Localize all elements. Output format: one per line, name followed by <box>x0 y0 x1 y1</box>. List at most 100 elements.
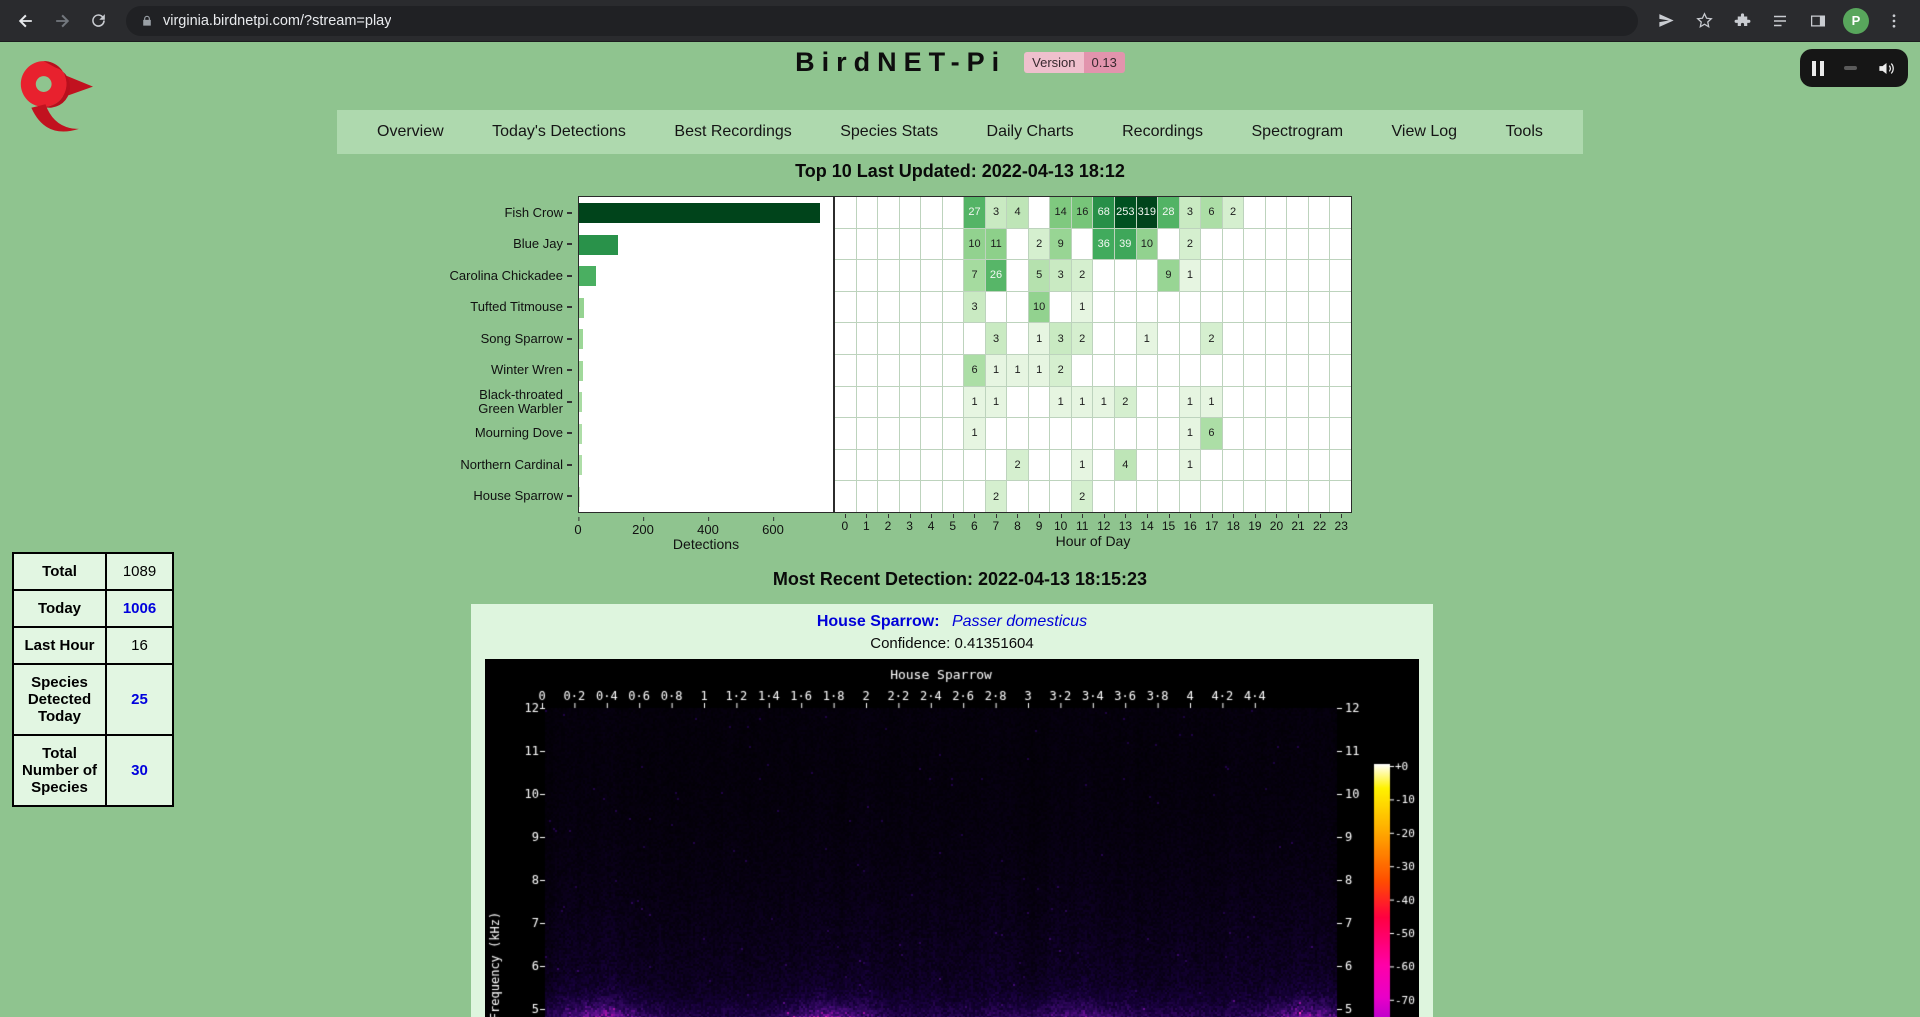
heatmap-cell <box>1287 292 1308 323</box>
heatmap-cell <box>835 260 856 291</box>
nav-item-recordings[interactable]: Recordings <box>1122 123 1203 141</box>
heatmap-cell: 11 <box>986 229 1007 260</box>
heatmap-cell: 2 <box>1072 323 1093 354</box>
species-tick <box>567 432 572 434</box>
heatmap-cell <box>921 418 942 449</box>
spectrogram-image <box>485 659 1419 1017</box>
species-label-row: Fish Crow <box>440 197 572 229</box>
species-label: Tufted Titmouse <box>470 300 563 314</box>
heatmap-cell <box>1266 260 1287 291</box>
nav-item-overview[interactable]: Overview <box>377 123 444 141</box>
heatmap-cell: 3 <box>1050 323 1071 354</box>
heatmap-cell <box>921 229 942 260</box>
heatmap-cell: 1 <box>1072 292 1093 323</box>
heatmap-cell <box>857 481 878 512</box>
list-icon <box>1771 12 1789 30</box>
species-tick <box>567 212 572 214</box>
nav-item-spectrogram[interactable]: Spectrogram <box>1252 123 1344 141</box>
heatmap-cell: 10 <box>1137 229 1158 260</box>
reload-button[interactable] <box>82 5 114 37</box>
heatmap-cell: 2 <box>1050 355 1071 386</box>
heatmap-cell: 1 <box>1093 387 1114 418</box>
heatmap-cell: 1 <box>1201 387 1222 418</box>
heatmap-cell: 28 <box>1158 197 1179 228</box>
heatmap-cell <box>857 450 878 481</box>
heatmap-cell <box>921 387 942 418</box>
heatmap-cell <box>943 292 964 323</box>
stat-value[interactable]: 25 <box>106 664 173 735</box>
stat-value: 16 <box>106 627 173 664</box>
side-panel-button[interactable] <box>1802 5 1834 37</box>
heatmap-cell <box>1093 355 1114 386</box>
detections-bar <box>579 487 580 507</box>
species-label-row: Tufted Titmouse <box>440 292 572 324</box>
detections-bar <box>579 329 583 349</box>
profile-button[interactable]: P <box>1840 5 1872 37</box>
hour-axis-tick-label: 5 <box>942 514 964 533</box>
page-header: BirdNET-Pi Version 0.13 <box>0 47 1920 78</box>
nav-item-best-recordings[interactable]: Best Recordings <box>674 123 791 141</box>
hour-axis-tick-label: 4 <box>920 514 942 533</box>
heatmap-cell: 3 <box>1050 260 1071 291</box>
url-bar[interactable]: virginia.birdnetpi.com/?stream=play <box>126 6 1638 36</box>
heatmap-cell: 1 <box>964 387 985 418</box>
heatmap-cell <box>1266 481 1287 512</box>
nav-item-view-log[interactable]: View Log <box>1392 123 1458 141</box>
nav-item-species-stats[interactable]: Species Stats <box>840 123 938 141</box>
stat-value[interactable]: 1006 <box>106 590 173 627</box>
hour-axis-tick-label: 10 <box>1050 514 1072 533</box>
nav-item-tools[interactable]: Tools <box>1506 123 1543 141</box>
send-button[interactable] <box>1650 5 1682 37</box>
heatmap-cell <box>1115 355 1136 386</box>
stat-value[interactable]: 30 <box>106 735 173 806</box>
heatmap-cell: 2 <box>1007 450 1028 481</box>
heatmap-cell <box>835 418 856 449</box>
nav-item-daily-charts[interactable]: Daily Charts <box>987 123 1074 141</box>
heatmap-cell <box>1330 418 1351 449</box>
heatmap-cell <box>1244 355 1265 386</box>
heatmap-cell <box>1287 229 1308 260</box>
heatmap-cell: 7 <box>964 260 985 291</box>
nav-item-todays-detections[interactable]: Today's Detections <box>492 123 626 141</box>
back-button[interactable] <box>10 5 42 37</box>
heatmap-cell <box>943 323 964 354</box>
stats-row: Today1006 <box>13 590 173 627</box>
detections-bar <box>579 455 582 475</box>
top10-heading: Top 10 Last Updated: 2022-04-13 18:12 <box>0 161 1920 182</box>
heatmap-cell <box>1029 418 1050 449</box>
heatmap-cell <box>900 197 921 228</box>
heatmap-cell: 14 <box>1050 197 1071 228</box>
forward-button[interactable] <box>46 5 78 37</box>
menu-button[interactable] <box>1878 5 1910 37</box>
heatmap-cell <box>1223 355 1244 386</box>
bookmark-button[interactable] <box>1688 5 1720 37</box>
heatmap-cell <box>1223 387 1244 418</box>
heatmap-cell: 2 <box>1072 260 1093 291</box>
detection-species-link[interactable]: House Sparrow: <box>817 613 940 630</box>
species-tick <box>567 464 572 466</box>
heatmap-cell <box>1330 323 1351 354</box>
stat-label: Total Number of Species <box>13 735 106 806</box>
detections-bar <box>579 235 618 255</box>
heatmap-cell <box>1115 292 1136 323</box>
heatmap-cell <box>921 450 942 481</box>
heatmap-cell <box>878 323 899 354</box>
heatmap-cell: 26 <box>986 260 1007 291</box>
heatmap-cell <box>964 481 985 512</box>
stats-row: Total1089 <box>13 553 173 590</box>
heatmap-cell: 2 <box>986 481 1007 512</box>
heatmap-cell <box>1029 481 1050 512</box>
reading-list-button[interactable] <box>1764 5 1796 37</box>
detections-bar <box>579 424 582 444</box>
heatmap-cell <box>878 292 899 323</box>
heatmap-cell <box>1244 292 1265 323</box>
heatmap-cell <box>1137 387 1158 418</box>
heatmap-cell: 68 <box>1093 197 1114 228</box>
hour-axis-tick-label: 6 <box>964 514 986 533</box>
bar-axis-tick-label: 600 <box>762 517 784 537</box>
extensions-button[interactable] <box>1726 5 1758 37</box>
species-label: Carolina Chickadee <box>450 269 563 283</box>
heatmap-cell <box>1201 260 1222 291</box>
heatmap-cell <box>878 450 899 481</box>
detection-scientific-link[interactable]: Passer domesticus <box>952 613 1087 630</box>
